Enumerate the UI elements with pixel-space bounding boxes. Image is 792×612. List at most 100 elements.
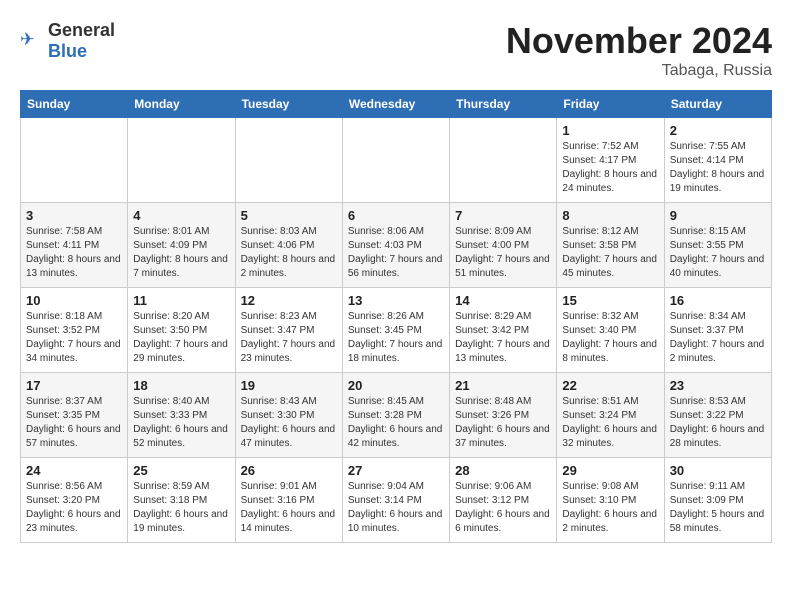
logo-icon: ✈ bbox=[20, 29, 44, 53]
day-info: Sunrise: 8:12 AM Sunset: 3:58 PM Dayligh… bbox=[562, 225, 658, 281]
calendar-cell: 12 Sunrise: 8:23 AM Sunset: 3:47 PM Dayli… bbox=[235, 288, 342, 373]
day-number: 10 bbox=[26, 293, 122, 308]
day-number: 3 bbox=[26, 208, 122, 223]
calendar-week-3: 10 Sunrise: 8:18 AM Sunset: 3:52 PM Dayli… bbox=[21, 288, 772, 373]
day-number: 22 bbox=[562, 378, 658, 393]
day-number: 25 bbox=[133, 463, 229, 478]
column-header-monday: Monday bbox=[128, 91, 235, 118]
day-number: 17 bbox=[26, 378, 122, 393]
day-number: 20 bbox=[348, 378, 444, 393]
day-info: Sunrise: 7:52 AM Sunset: 4:17 PM Dayligh… bbox=[562, 140, 658, 196]
day-info: Sunrise: 8:32 AM Sunset: 3:40 PM Dayligh… bbox=[562, 310, 658, 366]
day-number: 19 bbox=[241, 378, 337, 393]
day-info: Sunrise: 8:29 AM Sunset: 3:42 PM Dayligh… bbox=[455, 310, 551, 366]
logo: ✈ General Blue bbox=[20, 20, 115, 62]
column-header-wednesday: Wednesday bbox=[342, 91, 449, 118]
calendar-cell: 4 Sunrise: 8:01 AM Sunset: 4:09 PM Daylig… bbox=[128, 203, 235, 288]
calendar-cell: 29Sunrise: 9:08 AM Sunset: 3:10 PM Dayli… bbox=[557, 458, 664, 543]
calendar-cell: 9 Sunrise: 8:15 AM Sunset: 3:55 PM Daylig… bbox=[664, 203, 771, 288]
calendar-cell: 22 Sunrise: 8:51 AM Sunset: 3:24 PM Dayli… bbox=[557, 373, 664, 458]
day-info: Sunrise: 8:20 AM Sunset: 3:50 PM Dayligh… bbox=[133, 310, 229, 366]
day-info: Sunrise: 8:40 AM Sunset: 3:33 PM Dayligh… bbox=[133, 395, 229, 451]
calendar-cell: 3Sunrise: 7:58 AM Sunset: 4:11 PM Daylig… bbox=[21, 203, 128, 288]
day-info: Sunrise: 8:09 AM Sunset: 4:00 PM Dayligh… bbox=[455, 225, 551, 281]
day-info: Sunrise: 8:48 AM Sunset: 3:26 PM Dayligh… bbox=[455, 395, 551, 451]
day-number: 30 bbox=[670, 463, 766, 478]
day-number: 18 bbox=[133, 378, 229, 393]
column-header-saturday: Saturday bbox=[664, 91, 771, 118]
day-info: Sunrise: 8:51 AM Sunset: 3:24 PM Dayligh… bbox=[562, 395, 658, 451]
day-info: Sunrise: 9:01 AM Sunset: 3:16 PM Dayligh… bbox=[241, 480, 337, 536]
day-info: Sunrise: 8:34 AM Sunset: 3:37 PM Dayligh… bbox=[670, 310, 766, 366]
day-number: 16 bbox=[670, 293, 766, 308]
day-number: 2 bbox=[670, 123, 766, 138]
calendar-cell: 26 Sunrise: 9:01 AM Sunset: 3:16 PM Dayli… bbox=[235, 458, 342, 543]
title-area: November 2024 Tabaga, Russia bbox=[506, 20, 772, 80]
day-info: Sunrise: 8:18 AM Sunset: 3:52 PM Dayligh… bbox=[26, 310, 122, 366]
day-info: Sunrise: 9:04 AM Sunset: 3:14 PM Dayligh… bbox=[348, 480, 444, 536]
calendar-subtitle: Tabaga, Russia bbox=[506, 62, 772, 80]
day-info: Sunrise: 8:03 AM Sunset: 4:06 PM Dayligh… bbox=[241, 225, 337, 281]
day-info: Sunrise: 8:59 AM Sunset: 3:18 PM Dayligh… bbox=[133, 480, 229, 536]
calendar-cell: 8Sunrise: 8:12 AM Sunset: 3:58 PM Daylig… bbox=[557, 203, 664, 288]
day-info: Sunrise: 8:43 AM Sunset: 3:30 PM Dayligh… bbox=[241, 395, 337, 451]
day-number: 26 bbox=[241, 463, 337, 478]
logo-blue: Blue bbox=[48, 41, 87, 61]
day-info: Sunrise: 8:45 AM Sunset: 3:28 PM Dayligh… bbox=[348, 395, 444, 451]
day-number: 13 bbox=[348, 293, 444, 308]
day-number: 12 bbox=[241, 293, 337, 308]
calendar-week-4: 17 Sunrise: 8:37 AM Sunset: 3:35 PM Dayli… bbox=[21, 373, 772, 458]
svg-text:✈: ✈ bbox=[20, 29, 35, 49]
day-info: Sunrise: 8:26 AM Sunset: 3:45 PM Dayligh… bbox=[348, 310, 444, 366]
calendar-cell: 16 Sunrise: 8:34 AM Sunset: 3:37 PM Dayli… bbox=[664, 288, 771, 373]
calendar-cell: 23 Sunrise: 8:53 AM Sunset: 3:22 PM Dayli… bbox=[664, 373, 771, 458]
calendar-cell bbox=[128, 118, 235, 203]
calendar-week-2: 3Sunrise: 7:58 AM Sunset: 4:11 PM Daylig… bbox=[21, 203, 772, 288]
day-number: 24 bbox=[26, 463, 122, 478]
calendar-cell: 27Sunrise: 9:04 AM Sunset: 3:14 PM Dayli… bbox=[342, 458, 449, 543]
day-info: Sunrise: 9:06 AM Sunset: 3:12 PM Dayligh… bbox=[455, 480, 551, 536]
day-number: 23 bbox=[670, 378, 766, 393]
day-number: 9 bbox=[670, 208, 766, 223]
calendar-cell: 30 Sunrise: 9:11 AM Sunset: 3:09 PM Dayli… bbox=[664, 458, 771, 543]
column-header-friday: Friday bbox=[557, 91, 664, 118]
calendar-cell bbox=[450, 118, 557, 203]
column-header-tuesday: Tuesday bbox=[235, 91, 342, 118]
calendar-cell: 17 Sunrise: 8:37 AM Sunset: 3:35 PM Dayli… bbox=[21, 373, 128, 458]
header: ✈ General Blue November 2024 Tabaga, Rus… bbox=[20, 20, 772, 80]
day-info: Sunrise: 8:23 AM Sunset: 3:47 PM Dayligh… bbox=[241, 310, 337, 366]
calendar-week-5: 24 Sunrise: 8:56 AM Sunset: 3:20 PM Dayli… bbox=[21, 458, 772, 543]
calendar-cell: 7 Sunrise: 8:09 AM Sunset: 4:00 PM Daylig… bbox=[450, 203, 557, 288]
calendar-cell: 24 Sunrise: 8:56 AM Sunset: 3:20 PM Dayli… bbox=[21, 458, 128, 543]
calendar-cell: 6 Sunrise: 8:06 AM Sunset: 4:03 PM Daylig… bbox=[342, 203, 449, 288]
day-number: 1 bbox=[562, 123, 658, 138]
calendar-cell: 18 Sunrise: 8:40 AM Sunset: 3:33 PM Dayli… bbox=[128, 373, 235, 458]
calendar-cell: 28 Sunrise: 9:06 AM Sunset: 3:12 PM Dayli… bbox=[450, 458, 557, 543]
day-number: 28 bbox=[455, 463, 551, 478]
day-number: 5 bbox=[241, 208, 337, 223]
calendar-table: SundayMondayTuesdayWednesdayThursdayFrid… bbox=[20, 90, 772, 543]
calendar-cell: 10 Sunrise: 8:18 AM Sunset: 3:52 PM Dayli… bbox=[21, 288, 128, 373]
day-info: Sunrise: 8:56 AM Sunset: 3:20 PM Dayligh… bbox=[26, 480, 122, 536]
day-number: 7 bbox=[455, 208, 551, 223]
calendar-cell: 25 Sunrise: 8:59 AM Sunset: 3:18 PM Dayli… bbox=[128, 458, 235, 543]
calendar-cell: 15 Sunrise: 8:32 AM Sunset: 3:40 PM Dayli… bbox=[557, 288, 664, 373]
day-number: 14 bbox=[455, 293, 551, 308]
calendar-cell: 1 Sunrise: 7:52 AM Sunset: 4:17 PM Daylig… bbox=[557, 118, 664, 203]
day-info: Sunrise: 8:53 AM Sunset: 3:22 PM Dayligh… bbox=[670, 395, 766, 451]
calendar-cell: 14 Sunrise: 8:29 AM Sunset: 3:42 PM Dayli… bbox=[450, 288, 557, 373]
calendar-cell: 13 Sunrise: 8:26 AM Sunset: 3:45 PM Dayli… bbox=[342, 288, 449, 373]
day-info: Sunrise: 7:55 AM Sunset: 4:14 PM Dayligh… bbox=[670, 140, 766, 196]
day-number: 6 bbox=[348, 208, 444, 223]
calendar-body: 1 Sunrise: 7:52 AM Sunset: 4:17 PM Daylig… bbox=[21, 118, 772, 543]
day-number: 15 bbox=[562, 293, 658, 308]
day-info: Sunrise: 8:37 AM Sunset: 3:35 PM Dayligh… bbox=[26, 395, 122, 451]
day-info: Sunrise: 8:15 AM Sunset: 3:55 PM Dayligh… bbox=[670, 225, 766, 281]
day-info: Sunrise: 9:08 AM Sunset: 3:10 PM Dayligh… bbox=[562, 480, 658, 536]
day-info: Sunrise: 9:11 AM Sunset: 3:09 PM Dayligh… bbox=[670, 480, 766, 536]
calendar-cell bbox=[342, 118, 449, 203]
day-number: 4 bbox=[133, 208, 229, 223]
day-info: Sunrise: 8:01 AM Sunset: 4:09 PM Dayligh… bbox=[133, 225, 229, 281]
day-info: Sunrise: 8:06 AM Sunset: 4:03 PM Dayligh… bbox=[348, 225, 444, 281]
column-header-sunday: Sunday bbox=[21, 91, 128, 118]
